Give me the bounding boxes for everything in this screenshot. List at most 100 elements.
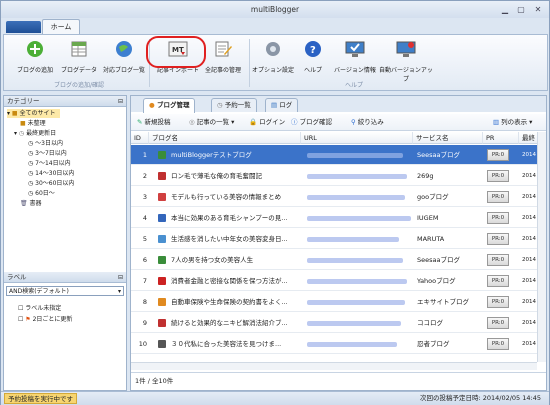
label-search-select[interactable]: AND検索(デフォルト) ▾: [6, 286, 124, 296]
ribbon: ブログの追加 ブログデータ 対応ブログ一覧 MT 記事インポート 全記事の管理 …: [3, 34, 548, 91]
cell-blog-name: multiBloggerテストブログ: [171, 151, 252, 159]
table-row[interactable]: 6 7人の男を持つ女の美容人生 Seesaaブログ PR:0 2014: [131, 250, 537, 270]
col-header-last[interactable]: 最終: [519, 132, 537, 144]
cell-id: 2: [142, 172, 147, 180]
highlight-circle: [146, 36, 206, 68]
version-info-button[interactable]: バージョン情報: [329, 39, 381, 74]
pagerank-button[interactable]: PR:0: [487, 149, 509, 161]
col-header-service[interactable]: サービス名: [413, 132, 483, 144]
maximize-button[interactable]: ▢: [514, 4, 528, 15]
table-row[interactable]: 8 自動車保険や生命保険の契約書をよく... エキサイトブログ PR:0 2014: [131, 292, 537, 312]
main-area: ● ブログ管理 ◷ 予約一覧 ▤ ログ ✎ 新規投稿 ◎ 記事の一覧 ▾ 🔒 ログイン…: [130, 95, 547, 391]
label-item-every-2-days[interactable]: ☐ ⚑ 2日ごとに更新: [18, 315, 72, 324]
window-title: multiBlogger: [250, 5, 300, 14]
tab-bar: ● ブログ管理 ◷ 予約一覧 ▤ ログ: [131, 96, 546, 113]
tree-item-7-14days[interactable]: ◷ 7～14日以内: [28, 159, 71, 168]
pagerank-button[interactable]: PR:0: [487, 254, 509, 266]
pagerank-button[interactable]: PR:0: [487, 170, 509, 182]
column-display-button[interactable]: ▥ 列の表示 ▾: [493, 117, 532, 128]
tree-item-3days[interactable]: ◷ ～3日以内: [28, 139, 63, 148]
pin-icon[interactable]: ⊟: [118, 272, 123, 283]
tree-item-30-60days[interactable]: ◷ 30～60日以内: [28, 179, 74, 188]
tree-item-last-updated[interactable]: ▾ ◷ 最終更新日: [14, 129, 56, 138]
tab-log[interactable]: ▤ ログ: [265, 98, 299, 112]
pagerank-button[interactable]: PR:0: [487, 233, 509, 245]
service-icon: [158, 277, 166, 285]
cell-url-redacted: [307, 258, 403, 263]
status-bar: 予約投稿を実行中です 次回の投稿予定日時: 2014/02/05 14:45: [1, 391, 549, 405]
auto-update-button[interactable]: 自動バージョンアップ: [377, 39, 435, 83]
service-icon: [158, 319, 166, 327]
tree-item-14-30days[interactable]: ◷ 14～30日以内: [28, 169, 74, 178]
tree-item-unsorted[interactable]: ■ 未整理: [20, 119, 46, 128]
pagerank-button[interactable]: PR:0: [487, 191, 509, 203]
filter-button[interactable]: ⚲ 絞り込み: [351, 117, 384, 128]
close-button[interactable]: ✕: [531, 4, 545, 15]
category-tree: ▾ ■ 全てのサイト ■ 未整理 ▾ ◷ 最終更新日 ◷ ～3日以内 ◷ 3～7…: [4, 109, 126, 269]
globe-icon: [116, 41, 132, 57]
table-row[interactable]: 7 消費者金融と密接な関係を保つ方法が... Yahooブログ PR:0 2014: [131, 271, 537, 291]
cell-blog-name: モデルも行っている美容の情報まとめ: [171, 193, 282, 201]
pagerank-button[interactable]: PR:0: [487, 275, 509, 287]
title-bar: multiBlogger ▁ ▢ ✕: [1, 1, 549, 18]
vertical-scrollbar[interactable]: [537, 132, 546, 362]
cell-url-redacted: [307, 216, 411, 221]
tree-item-all[interactable]: ▾ ■ 全てのサイト: [7, 109, 60, 118]
next-post-time: 次回の投稿予定日時: 2014/02/05 14:45: [419, 394, 541, 402]
cell-url-redacted: [307, 321, 401, 326]
table-row[interactable]: 4 本当に効果のある育毛シャンプーの見... IUGEM PR:0 2014: [131, 208, 537, 228]
cell-blog-name: ロン毛で薄毛な俺の育毛奮闘記: [171, 172, 262, 180]
cell-id: 10: [138, 340, 147, 348]
app-menu-button[interactable]: [6, 21, 41, 33]
blog-check-button[interactable]: ⓘ ブログ確認: [291, 117, 332, 128]
new-post-button[interactable]: ✎ 新規投稿: [137, 117, 170, 128]
cell-service: Seesaaブログ: [417, 151, 460, 159]
tab-home[interactable]: ホーム: [42, 19, 80, 34]
supported-blogs-button[interactable]: 対応ブログ一覧: [98, 39, 150, 74]
blog-table: ID ブログ名 URL サービス名 PR 最終 1 multiBloggerテスト…: [131, 132, 537, 362]
cell-url-redacted: [307, 153, 403, 158]
pin-icon[interactable]: ⊟: [118, 96, 123, 107]
tree-item-3-7days[interactable]: ◷ 3～7日以内: [28, 149, 67, 158]
horizontal-scrollbar[interactable]: [131, 362, 537, 370]
cell-last-updated: 2014: [522, 152, 536, 158]
tree-item-trash[interactable]: 🗑 書器: [20, 199, 42, 208]
cell-blog-name: 消費者金融と密接な関係を保つ方法が...: [171, 277, 288, 285]
col-header-id[interactable]: ID: [131, 132, 149, 144]
tab-schedule[interactable]: ◷ 予約一覧: [211, 98, 257, 112]
table-row[interactable]: 3 モデルも行っている美容の情報まとめ gooブログ PR:0 2014: [131, 187, 537, 207]
pagerank-button[interactable]: PR:0: [487, 296, 509, 308]
cell-last-updated: 2014: [522, 299, 536, 305]
service-icon: [158, 256, 166, 264]
pagerank-button[interactable]: PR:0: [487, 212, 509, 224]
category-header: カテゴリー ⊟: [4, 96, 126, 107]
table-row[interactable]: 9 続けると効果的なニキビ解消法紹介ブ... ココログ PR:0 2014: [131, 313, 537, 333]
cell-id: 9: [142, 319, 147, 327]
login-button[interactable]: 🔒 ログイン: [249, 117, 285, 128]
table-row[interactable]: 1 multiBloggerテストブログ Seesaaブログ PR:0 2014: [131, 145, 537, 165]
table-row[interactable]: 10 ３０代私に合った美容法を見つけま... 忍者ブログ PR:0 2014: [131, 334, 537, 354]
cell-url-redacted: [307, 300, 405, 305]
cell-blog-name: ３０代私に合った美容法を見つけま...: [171, 340, 282, 348]
table-row[interactable]: 2 ロン毛で薄毛な俺の育毛奮闘記 269g PR:0 2014: [131, 166, 537, 186]
col-header-url[interactable]: URL: [301, 132, 413, 144]
tree-item-60days[interactable]: ◷ 60日～: [28, 189, 55, 198]
cell-service: Seesaaブログ: [417, 256, 460, 264]
label-item-unspecified[interactable]: ☐ ラベル未指定: [18, 304, 61, 313]
post-list-button[interactable]: ◎ 記事の一覧 ▾: [189, 117, 234, 128]
cell-last-updated: 2014: [522, 173, 536, 179]
cell-url-redacted: [307, 279, 407, 284]
cell-service: ココログ: [417, 319, 443, 327]
pagerank-button[interactable]: PR:0: [487, 338, 509, 350]
cell-id: 7: [142, 277, 147, 285]
cell-id: 3: [142, 193, 147, 201]
table-row[interactable]: 5 生活感を消したい中年女の美容変身日... MARUTA PR:0 2014: [131, 229, 537, 249]
pagerank-button[interactable]: PR:0: [487, 317, 509, 329]
col-header-pr[interactable]: PR: [483, 132, 519, 144]
tab-blog-management[interactable]: ● ブログ管理: [143, 98, 196, 113]
col-header-blog-name[interactable]: ブログ名: [149, 132, 301, 144]
cell-blog-name: 本当に効果のある育毛シャンプーの見...: [171, 214, 288, 222]
plus-icon: [27, 41, 43, 57]
minimize-button[interactable]: ▁: [498, 4, 512, 15]
cell-blog-name: 7人の男を持つ女の美容人生: [171, 256, 254, 264]
